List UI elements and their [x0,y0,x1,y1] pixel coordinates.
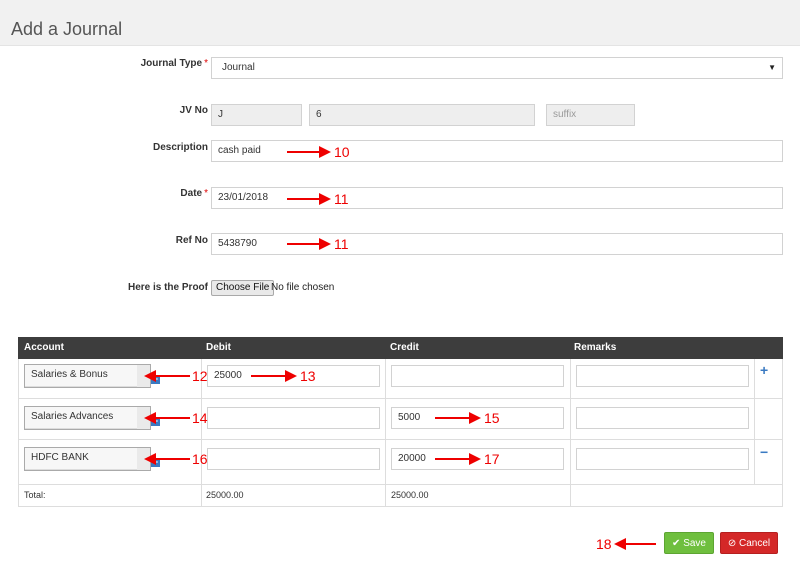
cancel-label: Cancel [739,538,771,549]
ref-no-label: Ref No [175,235,208,246]
column-remarks: Remarks [574,342,617,353]
jv-prefix-field[interactable]: J [211,104,302,126]
chevron-down-icon: ▼ [768,63,776,72]
total-label: Total: [24,490,46,500]
annotation-arrow-left [614,538,656,550]
annotation-arrow-left [144,453,190,465]
annotation-number: 12 [192,368,208,384]
annotation-number: 11 [334,191,349,207]
annotation-arrow-left [144,412,190,424]
date-label: Date * [180,188,208,199]
jv-suffix-field[interactable]: suffix [546,104,635,126]
annotation-number: 10 [334,144,350,160]
credit-field-row-1[interactable] [391,365,564,387]
remove-row-icon[interactable]: − [760,444,768,460]
journal-type-select[interactable]: Journal ▼ [211,57,783,79]
annotation-arrow-right [435,453,481,465]
choose-file-button[interactable]: Choose File [211,280,275,296]
file-status: No file chosen [271,282,335,293]
annotation-arrow-right [287,238,331,250]
annotation-number: 15 [484,410,500,426]
proof-label: Here is the Proof [127,282,208,293]
account-select-row-2[interactable]: Salaries Advances [24,406,138,430]
add-row-icon[interactable]: + [760,362,768,378]
annotation-number: 16 [192,451,208,467]
annotation-arrow-right [251,370,297,382]
remarks-field-row-2[interactable] [576,407,749,429]
row-divider [18,484,783,485]
column-credit: Credit [390,342,419,353]
row-divider [18,398,783,399]
check-icon: ✔ [672,538,681,549]
annotation-number: 14 [192,410,208,426]
annotation-number: 13 [300,368,316,384]
annotation-arrow-right [287,193,331,205]
remarks-field-row-1[interactable] [576,365,749,387]
debit-field-row-2[interactable] [207,407,380,429]
cancel-button[interactable]: ⊘ Cancel [720,532,778,554]
account-select-row-3[interactable]: HDFC BANK [24,447,138,471]
column-account: Account [24,342,64,353]
page-title: Add a Journal [11,19,123,39]
annotation-arrow-right [287,146,331,158]
page-header: Add a Journal [0,0,800,46]
column-debit: Debit [206,342,231,353]
annotation-arrow-left [144,370,190,382]
account-select-row-1[interactable]: Salaries & Bonus [24,364,138,388]
total-debit: 25000.00 [206,490,244,500]
description-label: Description [152,142,208,153]
jv-no-label: JV No [179,105,208,116]
annotation-arrow-right [435,412,481,424]
table-header: Account Debit Credit Remarks [18,337,783,359]
journal-type-value: Journal [222,62,255,73]
journal-type-label: Journal Type * [140,58,208,69]
save-button[interactable]: ✔ Save [664,532,714,554]
save-label: Save [683,538,706,549]
debit-field-row-3[interactable] [207,448,380,470]
row-divider [18,439,783,440]
jv-number-field[interactable]: 6 [309,104,535,126]
cancel-icon: ⊘ [727,538,737,549]
annotation-number: 18 [596,536,612,552]
remarks-field-row-3[interactable] [576,448,749,470]
column-divider [754,359,755,484]
total-credit: 25000.00 [391,490,429,500]
annotation-number: 11 [334,236,349,252]
annotation-number: 17 [484,451,500,467]
